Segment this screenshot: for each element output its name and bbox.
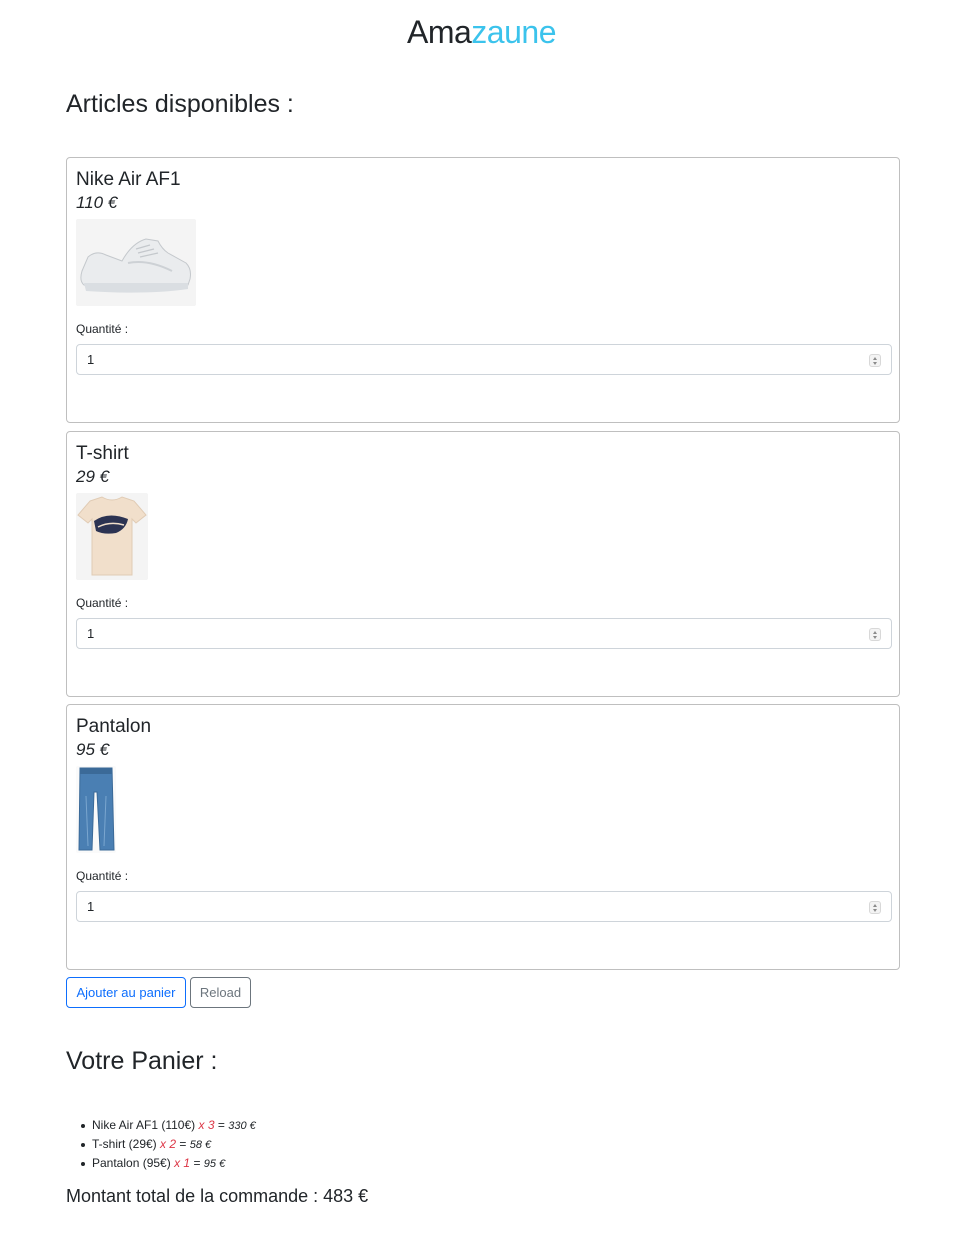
quantity-label: Quantité :	[76, 596, 129, 610]
quantity-value: 1	[87, 899, 95, 914]
cart-item-equals: =	[217, 1118, 225, 1132]
order-total: Montant total de la commande : 483 €	[66, 1186, 369, 1206]
add-to-cart-button[interactable]: Ajouter au panier	[66, 977, 186, 1008]
cart-item-label: Pantalon (95€)	[92, 1156, 171, 1170]
product-card-tshirt: T-shirt 29 € Quantité : 1	[66, 431, 900, 697]
quantity-label: Quantité :	[76, 322, 129, 336]
brand-part-2: zaune	[471, 14, 556, 50]
cart-list: Nike Air AF1 (110€) x 3 = 330 € T-shirt …	[81, 1118, 256, 1175]
quantity-value: 1	[87, 626, 95, 641]
cart-item: Pantalon (95€) x 1 = 95 €	[81, 1156, 256, 1175]
product-card-pantalon: Pantalon 95 € Quantité : 1	[66, 704, 900, 970]
cart-item: T-shirt (29€) x 2 = 58 €	[81, 1137, 256, 1156]
cart-item-label: Nike Air AF1 (110€)	[92, 1118, 196, 1132]
jeans-image	[76, 766, 116, 853]
product-price: 29 €	[76, 467, 110, 486]
quantity-input[interactable]: 1	[76, 344, 892, 375]
cart-item-label: T-shirt (29€)	[92, 1137, 157, 1151]
cart-item-equals: =	[179, 1137, 187, 1151]
product-card-nike: Nike Air AF1 110 € Quantité : 1	[66, 157, 900, 423]
site-logo: Amazaune	[0, 14, 963, 51]
product-name: T-shirt	[76, 443, 129, 464]
cart-item: Nike Air AF1 (110€) x 3 = 330 €	[81, 1118, 256, 1137]
product-name: Nike Air AF1	[76, 169, 181, 190]
product-name: Pantalon	[76, 716, 152, 737]
quantity-label: Quantité :	[76, 869, 129, 883]
product-price: 95 €	[76, 740, 110, 759]
quantity-value: 1	[87, 352, 95, 367]
articles-title: Articles disponibles :	[66, 90, 294, 118]
product-price: 110 €	[76, 193, 118, 212]
reload-button[interactable]: Reload	[190, 977, 251, 1008]
spinner-icon[interactable]	[869, 354, 881, 367]
cart-item-subtotal: 330 €	[228, 1120, 256, 1132]
tshirt-image	[76, 493, 148, 580]
spinner-icon[interactable]	[869, 628, 881, 641]
cart-item-subtotal: 58 €	[189, 1139, 212, 1151]
cart-item-multiplier: x 3	[198, 1118, 215, 1132]
brand-part-1: Ama	[407, 14, 472, 50]
quantity-input[interactable]: 1	[76, 618, 892, 649]
cart-title: Votre Panier :	[66, 1047, 218, 1075]
cart-item-multiplier: x 1	[174, 1156, 191, 1170]
cart-item-subtotal: 95 €	[203, 1158, 226, 1170]
spinner-icon[interactable]	[869, 901, 881, 914]
quantity-input[interactable]: 1	[76, 891, 892, 922]
cart-item-equals: =	[193, 1156, 201, 1170]
cart-item-multiplier: x 2	[160, 1137, 177, 1151]
sneaker-image	[76, 219, 196, 306]
